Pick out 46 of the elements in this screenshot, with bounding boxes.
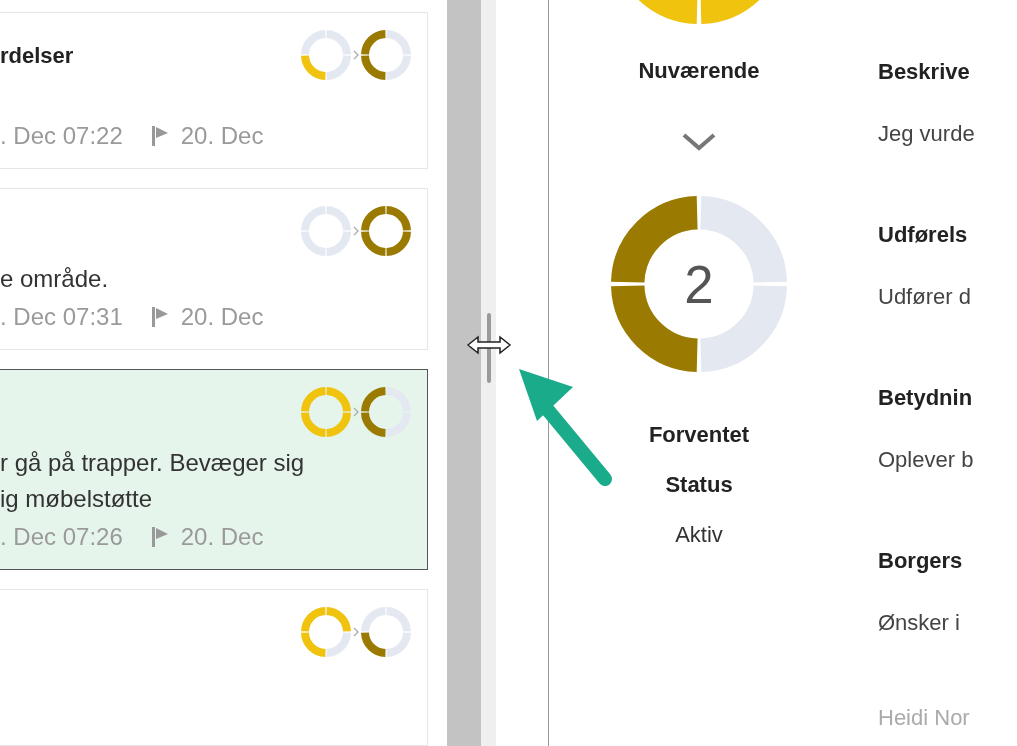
detail-text: Oplever b [878, 446, 975, 474]
current-status-ring-icon [301, 205, 351, 256]
detail-heading: Beskrive [878, 58, 971, 86]
deadline-date: 20. Dec [180, 301, 264, 332]
expected-status-ring-icon [361, 205, 411, 256]
current-label: Nuværende [638, 57, 760, 85]
chevron-right-icon [353, 627, 359, 638]
goal-card[interactable]: e område. . Dec 07:31 20. Dec [0, 187, 428, 350]
current-status-ring-icon [301, 607, 351, 658]
flag-icon [150, 124, 169, 147]
card-title: rdelser [0, 41, 74, 70]
expected-status-ring-icon [361, 607, 411, 658]
detail-heading: Betydnin [878, 384, 974, 412]
author-name: Heidi Nor [878, 704, 971, 732]
current-status-ring-icon [301, 30, 351, 80]
chevron-down-icon [681, 132, 717, 152]
card-text: e område. [0, 263, 110, 294]
chevron-right-icon [353, 406, 359, 417]
goal-card[interactable]: r gå på trapper. Bevæger sig ig møbelstøtte . Dec 07:26 20. Dec [0, 368, 428, 571]
resize-cursor-icon [466, 335, 512, 355]
current-status-ring-icon [301, 386, 351, 437]
splitter-bar[interactable] [447, 0, 481, 746]
expected-label: Forventet [648, 421, 750, 449]
created-date: . Dec 07:22 [0, 120, 123, 151]
detail-text: Ønsker i [878, 609, 961, 637]
card-text: ig møbelstøtte [0, 484, 154, 515]
goal-card[interactable] [0, 589, 428, 746]
flag-icon [150, 526, 169, 549]
status-value: Aktiv [675, 521, 723, 549]
detail-text: Udfører d [878, 283, 972, 311]
chevron-right-icon [353, 50, 359, 60]
goal-card[interactable]: rdelser . Dec 07:22 20. Dec [0, 12, 428, 169]
chevron-right-icon [353, 225, 359, 236]
card-text: r gå på trapper. Bevæger sig [0, 448, 306, 479]
detail-heading: Udførels [878, 221, 969, 249]
expected-status-ring: 2 [611, 196, 787, 372]
detail-text: Jeg vurde [878, 120, 976, 148]
expected-status-ring-icon [361, 386, 411, 437]
deadline-date: 20. Dec [180, 522, 264, 553]
deadline-date: 20. Dec [180, 120, 264, 151]
flag-icon [150, 305, 169, 328]
expected-status-ring-icon [361, 30, 411, 80]
detail-heading: Borgers [878, 547, 964, 575]
created-date: . Dec 07:31 [0, 301, 123, 332]
expected-label: Status [665, 471, 733, 499]
created-date: . Dec 07:26 [0, 522, 123, 553]
